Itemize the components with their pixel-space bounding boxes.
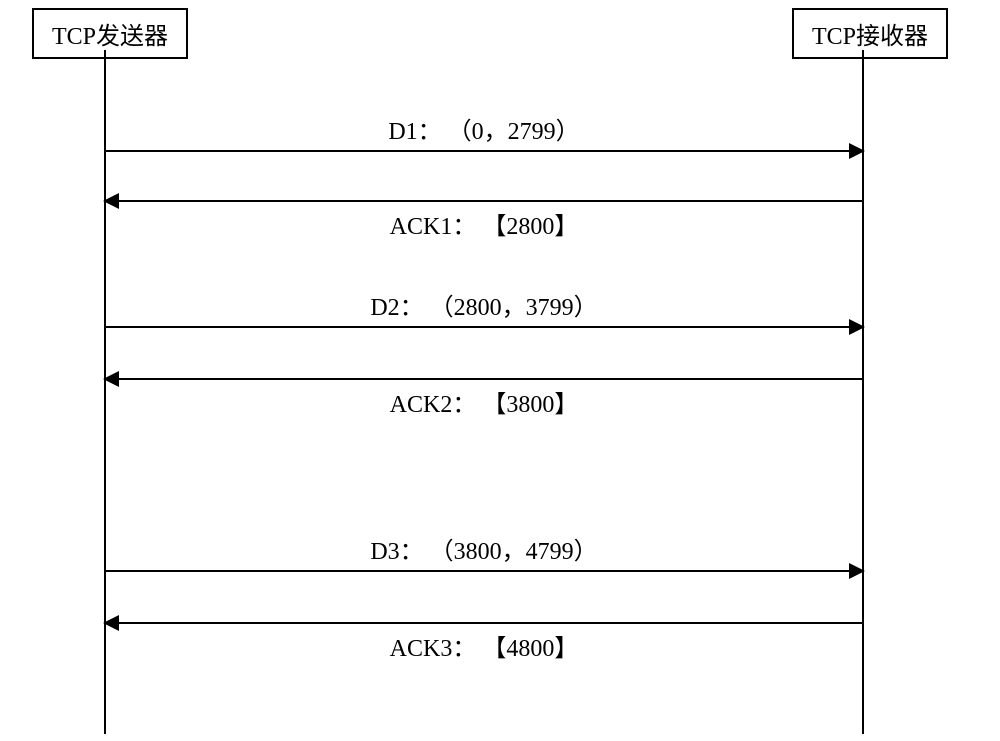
participant-receiver: TCP接收器 <box>792 8 948 59</box>
arrow-left-icon <box>105 200 863 202</box>
msg-ack3: ACK3： 【4800】 <box>105 622 863 624</box>
msg-d3: D3： （3800，4799） <box>105 570 863 572</box>
arrow-right-icon <box>105 570 863 572</box>
msg-d3-label: D3： （3800，4799） <box>105 531 863 566</box>
msg-d2: D2： （2800，3799） <box>105 326 863 328</box>
participant-sender: TCP发送器 <box>32 8 188 59</box>
msg-d2-label: D2： （2800，3799） <box>105 287 863 322</box>
msg-d1-label: D1： （0，2799） <box>105 111 863 146</box>
msg-d1: D1： （0，2799） <box>105 150 863 152</box>
msg-ack1-label: ACK1： 【2800】 <box>105 206 863 241</box>
arrow-right-icon <box>105 326 863 328</box>
msg-ack1: ACK1： 【2800】 <box>105 200 863 202</box>
msg-ack3-label: ACK3： 【4800】 <box>105 628 863 663</box>
msg-ack2-label: ACK2： 【3800】 <box>105 384 863 419</box>
arrow-right-icon <box>105 150 863 152</box>
msg-ack2: ACK2： 【3800】 <box>105 378 863 380</box>
arrow-left-icon <box>105 622 863 624</box>
arrow-left-icon <box>105 378 863 380</box>
